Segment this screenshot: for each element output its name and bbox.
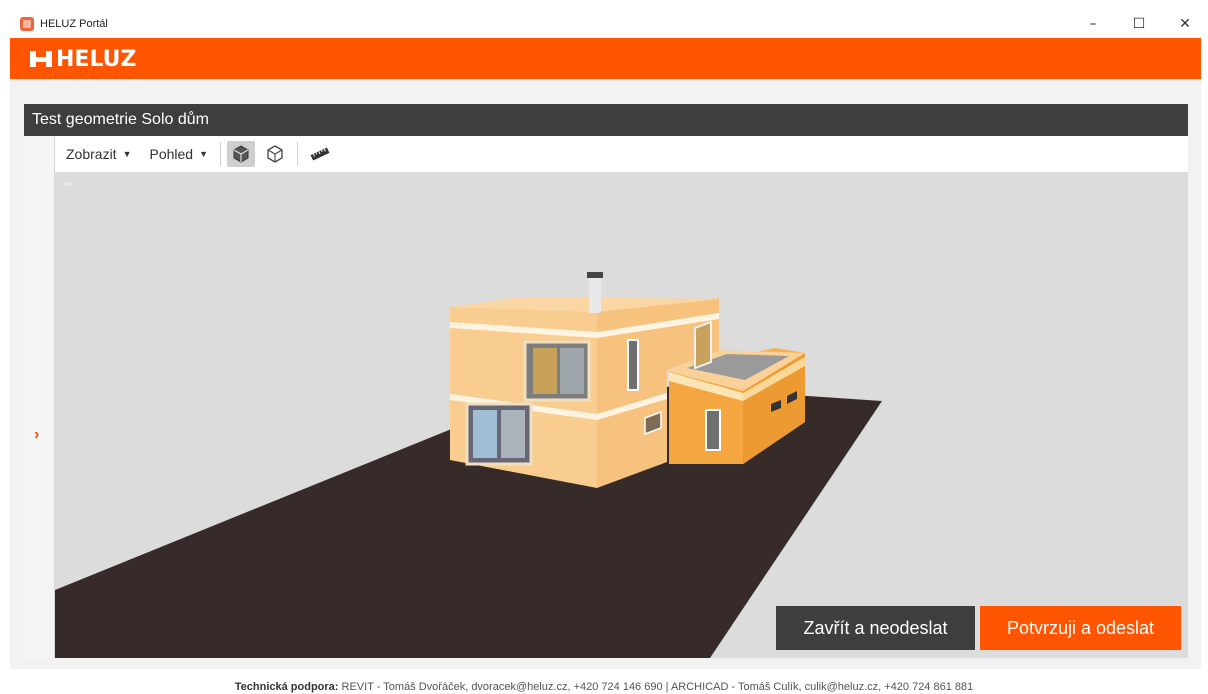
- toolbar-divider: [297, 142, 299, 166]
- support-label: Technická podpora:: [234, 681, 339, 693]
- display-menu[interactable]: Zobrazit ▼: [66, 146, 132, 162]
- caret-down-icon: ▼: [199, 149, 209, 159]
- maximize-button[interactable]: ☐: [1116, 10, 1162, 38]
- side-panel-strip[interactable]: ›: [24, 136, 55, 658]
- solid-cube-icon: [233, 145, 249, 163]
- brand-header: HELUZ: [10, 38, 1201, 79]
- measure-button[interactable]: [306, 141, 334, 167]
- window-titlebar: HELUZ Portál – ☐ ✕: [10, 10, 1208, 38]
- 3d-viewport[interactable]: [55, 172, 1188, 658]
- app-icon: [20, 17, 34, 31]
- heluz-logo: HELUZ: [30, 46, 137, 72]
- logo-text: HELUZ: [56, 46, 137, 72]
- logo-mark-icon: [30, 49, 52, 69]
- chevron-right-icon[interactable]: ›: [34, 426, 39, 444]
- view-menu[interactable]: Pohled ▼: [150, 146, 209, 162]
- confirm-and-send-button[interactable]: Potvrzuji a odeslat: [980, 606, 1181, 650]
- measure-ruler-icon: [310, 147, 330, 161]
- close-window-button[interactable]: ✕: [1162, 10, 1208, 38]
- close-without-sending-button[interactable]: Zavřít a neodeslat: [776, 606, 975, 650]
- panel-header: Test geometrie Solo dům: [24, 104, 1188, 136]
- toolbar-divider: [220, 142, 222, 166]
- wireframe-cube-icon: [267, 145, 283, 163]
- house-3d-model[interactable]: [55, 172, 1188, 658]
- solid-view-button[interactable]: [227, 141, 256, 167]
- minimize-button[interactable]: –: [1070, 10, 1116, 38]
- panel-title: Test geometrie Solo dům: [32, 111, 209, 128]
- support-contacts: REVIT - Tomáš Dvořáček, dvoracek@heluz.c…: [341, 681, 974, 693]
- viewer-toolbar: Zobrazit ▼ Pohled ▼: [55, 136, 1188, 173]
- window-title: HELUZ Portál: [40, 18, 108, 30]
- wireframe-view-button[interactable]: [261, 141, 289, 167]
- support-footer: Technická podpora: REVIT - Tomáš Dvořáče…: [0, 681, 1208, 693]
- display-menu-label: Zobrazit: [66, 146, 117, 162]
- view-menu-label: Pohled: [149, 146, 194, 162]
- caret-down-icon: ▼: [122, 149, 132, 159]
